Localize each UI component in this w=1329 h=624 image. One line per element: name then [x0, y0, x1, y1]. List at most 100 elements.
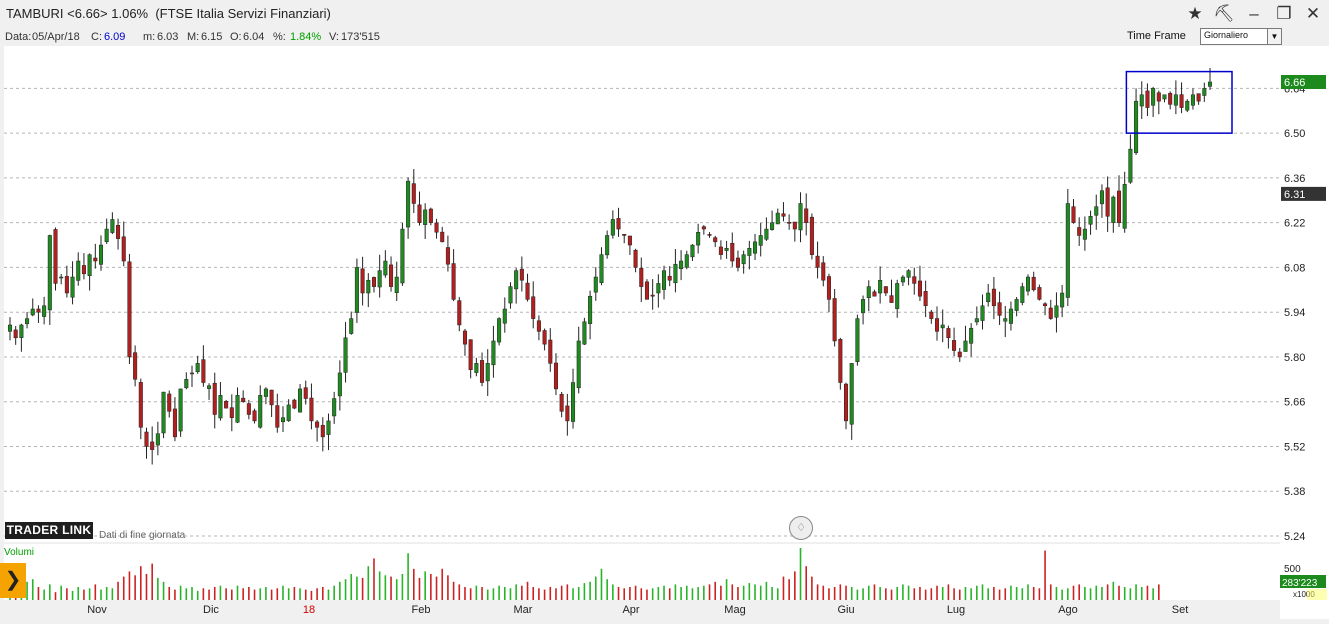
volume-bar [122, 576, 125, 600]
candle [1088, 210, 1093, 235]
volume-bar [566, 584, 569, 600]
volume-bar [412, 568, 415, 600]
y-tick-label: 5.24 [1284, 531, 1305, 543]
volume-bar [1055, 587, 1058, 600]
volume-bar [828, 588, 830, 600]
candle [576, 326, 581, 394]
candle [371, 276, 376, 293]
volume-bar [503, 587, 506, 600]
candle [155, 421, 160, 456]
volume-bar [924, 589, 927, 600]
volume-bar [1129, 588, 1132, 600]
candle [923, 280, 928, 318]
volume-bar [759, 585, 762, 600]
candle [76, 252, 81, 286]
candle [150, 426, 155, 465]
y-tick-label: 5.52 [1284, 441, 1305, 453]
candle [229, 394, 234, 432]
chevron-down-icon[interactable]: ▼ [1267, 29, 1281, 44]
volume-bar [987, 588, 989, 600]
tag-icon[interactable]: ♢ [789, 516, 813, 540]
volume-bar [691, 588, 694, 600]
volume-bar [452, 581, 455, 600]
volume-bar [776, 588, 779, 600]
volume-bar [339, 581, 341, 600]
volume-bar [668, 588, 671, 600]
volume-bar [794, 571, 796, 600]
svg-text:6.31: 6.31 [1284, 189, 1305, 201]
volume-bar [833, 587, 836, 600]
candle [354, 258, 359, 323]
candle [30, 298, 35, 317]
volume-bar [1152, 588, 1154, 600]
timeframe-value: Giornaliero [1204, 30, 1249, 40]
pin-icon[interactable]: ⛏ [1211, 3, 1237, 25]
volume-bar [492, 588, 495, 600]
volume-bar [196, 590, 199, 600]
price-scale-labels: 6.646.506.366.226.085.945.805.665.525.38… [1280, 74, 1327, 600]
volume-bar [111, 588, 114, 600]
price-badge: 6.66 [1281, 74, 1326, 89]
volume-bar [367, 566, 370, 600]
volume-bar [771, 587, 773, 600]
volume-panel[interactable] [4, 544, 1280, 600]
volume-bar [310, 590, 313, 600]
star-icon[interactable]: ★ [1182, 3, 1208, 25]
candle [514, 268, 519, 304]
candle [1008, 301, 1013, 331]
volume-bar [162, 581, 165, 600]
volume-bar [606, 579, 608, 600]
volume-bars [9, 548, 1160, 600]
volume-bar [1021, 588, 1024, 600]
volume-label: V: [329, 31, 339, 43]
candle [627, 235, 632, 255]
maximize-icon[interactable]: ❐ [1271, 3, 1297, 25]
volume-bar [1067, 588, 1069, 600]
volume-bar [737, 587, 739, 600]
candle [389, 256, 394, 292]
candle [440, 226, 445, 243]
candle [599, 247, 604, 286]
volume-bar [913, 588, 916, 600]
volume-bar [583, 583, 586, 600]
candle [1151, 86, 1156, 118]
price-chart-area[interactable] [4, 46, 1280, 542]
volume-bar [49, 584, 51, 600]
timeframe-select[interactable]: Giornaliero ▼ [1200, 28, 1282, 45]
candle [138, 378, 143, 440]
candle [1082, 216, 1087, 251]
min-value: 6.03 [157, 31, 179, 43]
volume-bar [594, 576, 597, 600]
candle [1003, 305, 1008, 338]
volume-bar [1027, 584, 1029, 600]
candle [1077, 217, 1082, 246]
volume-bar [401, 574, 404, 600]
candle [559, 391, 564, 418]
volume-bar [333, 585, 335, 600]
volume-bar [748, 583, 751, 600]
candle [969, 323, 974, 357]
chevron-right-icon[interactable]: ❯ [0, 563, 26, 598]
candle [195, 355, 200, 374]
volume-badge: 283'223 [1280, 575, 1326, 589]
candle [593, 267, 598, 301]
candle [235, 387, 240, 424]
candlestick-chart [4, 68, 1280, 537]
candle [1173, 80, 1178, 115]
candle [428, 207, 433, 226]
candle [707, 232, 712, 238]
candle [997, 291, 1002, 325]
volume-bar [1038, 588, 1041, 600]
x-tick-label: Ago [1058, 604, 1078, 616]
volume-bar [179, 585, 182, 600]
minimize-icon[interactable]: – [1241, 3, 1267, 25]
candle [298, 384, 303, 413]
volume-bar [703, 585, 705, 600]
candle [133, 345, 138, 387]
candle [462, 328, 467, 356]
volume-bar [856, 589, 859, 600]
candle [1190, 88, 1195, 110]
volume-bar [657, 587, 660, 600]
close-icon[interactable]: ✕ [1300, 3, 1326, 25]
volume-bar [634, 585, 637, 600]
